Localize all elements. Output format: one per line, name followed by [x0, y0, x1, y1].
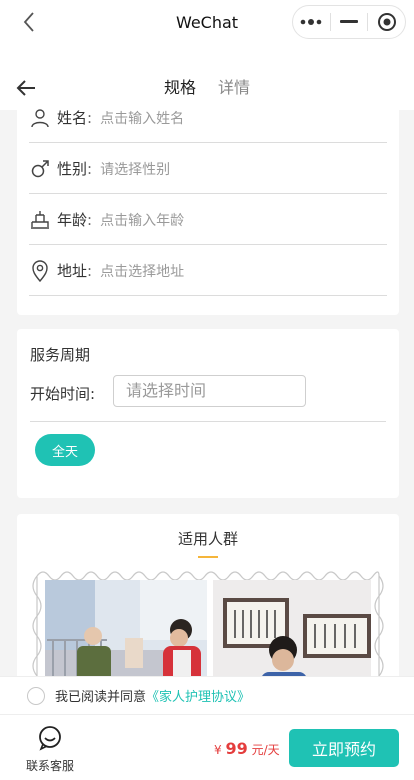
- divider: [30, 421, 386, 422]
- all-day-button[interactable]: 全天: [35, 434, 95, 466]
- period-title: 服务周期: [30, 346, 91, 364]
- agreement-bar: 我已阅读并同意 《家人护理协议》: [0, 676, 414, 714]
- price: ¥ 99 元/天: [214, 739, 280, 758]
- start-time-label: 开始时间:: [30, 385, 96, 403]
- name-colon: :: [87, 108, 93, 127]
- price-unit: 元/天: [251, 743, 280, 757]
- agreement-checkbox[interactable]: [27, 686, 45, 705]
- location-pin-icon: [29, 259, 51, 282]
- price-value: 99: [225, 739, 248, 758]
- wechat-titlebar: WeChat: [0, 0, 414, 44]
- book-now-button[interactable]: 立即预约: [289, 729, 399, 767]
- address-label: 地址: [57, 262, 88, 280]
- male-icon: [29, 158, 51, 180]
- agreement-text: 我已阅读并同意: [55, 690, 147, 705]
- age-field[interactable]: 年龄 : 点击输入年龄: [29, 195, 387, 245]
- gender-placeholder[interactable]: 请选择性别: [100, 159, 170, 179]
- title-underline: [198, 556, 218, 558]
- back-chevron-icon[interactable]: [18, 10, 42, 34]
- age-icon: [29, 209, 51, 231]
- info-form-card: 姓名 : 点击输入姓名 性别 : 请选择性别 年龄 : 点击输入年龄 地址 : …: [17, 100, 399, 315]
- gender-colon: :: [87, 159, 93, 178]
- minimize-icon[interactable]: [331, 6, 368, 38]
- group-title: 适用人群: [177, 530, 238, 548]
- age-label: 年龄: [57, 211, 88, 229]
- agreement-link[interactable]: 《家人护理协议》: [146, 686, 250, 705]
- name-field[interactable]: 姓名 : 点击输入姓名: [29, 100, 387, 143]
- price-currency: ¥: [214, 743, 222, 757]
- close-target-icon[interactable]: [368, 6, 405, 38]
- age-colon: :: [87, 210, 93, 229]
- address-colon: :: [87, 261, 93, 280]
- customer-service-button[interactable]: 联系客服: [20, 725, 80, 774]
- gender-label: 性别: [57, 160, 88, 178]
- age-placeholder[interactable]: 点击输入年龄: [100, 210, 184, 230]
- service-period-card: 服务周期 开始时间: 请选择时间 全天: [17, 329, 399, 498]
- capsule-menu: [292, 5, 406, 39]
- start-time-input[interactable]: 请选择时间: [113, 375, 306, 407]
- window-title: WeChat: [175, 12, 239, 32]
- bottom-action-bar: 联系客服 ¥ 99 元/天 立即预约: [0, 714, 414, 780]
- name-label: 姓名: [57, 109, 88, 127]
- name-placeholder[interactable]: 点击输入姓名: [100, 108, 184, 128]
- customer-service-label: 联系客服: [25, 759, 74, 773]
- gender-field[interactable]: 性别 : 请选择性别: [29, 144, 387, 194]
- person-icon: [29, 107, 51, 129]
- more-dots-icon[interactable]: [293, 6, 330, 38]
- chat-bubble-icon: [37, 725, 63, 755]
- address-placeholder[interactable]: 点击选择地址: [100, 261, 184, 281]
- address-field[interactable]: 地址 : 点击选择地址: [29, 246, 387, 296]
